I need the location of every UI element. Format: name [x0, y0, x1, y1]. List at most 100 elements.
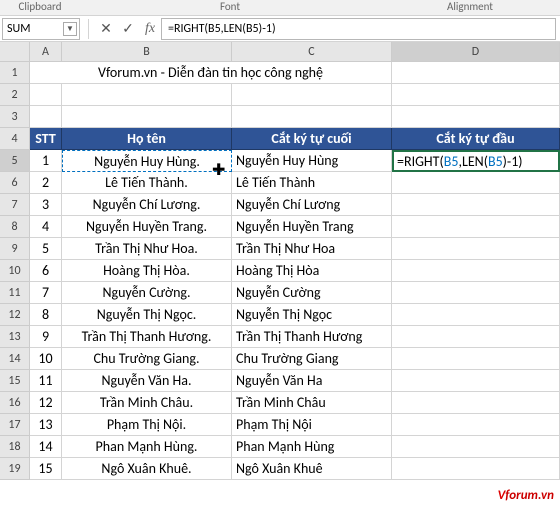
cell-catdau[interactable]: [392, 458, 560, 480]
cell-catcuoi[interactable]: Lê Tiến Thành: [232, 172, 392, 194]
cell[interactable]: [392, 106, 560, 128]
cell-catdau[interactable]: [392, 304, 560, 326]
cell-hoten[interactable]: Phan Mạnh Hùng.: [62, 436, 232, 458]
cell[interactable]: [30, 84, 62, 106]
col-header-a[interactable]: A: [30, 42, 62, 62]
cell-hoten[interactable]: Trần Minh Châu.: [62, 392, 232, 414]
cell-hoten[interactable]: Phạm Thị Nội.: [62, 414, 232, 436]
cell-catdau[interactable]: [392, 326, 560, 348]
cell-catdau[interactable]: [392, 172, 560, 194]
cell-stt[interactable]: 6: [30, 260, 62, 282]
cell-stt[interactable]: 15: [30, 458, 62, 480]
cell-hoten[interactable]: Trần Thị Như Hoa.: [62, 238, 232, 260]
cell-catcuoi[interactable]: Chu Trường Giang: [232, 348, 392, 370]
row-header[interactable]: 15: [0, 370, 30, 392]
cell-catcuoi[interactable]: Hoàng Thị Hòa: [232, 260, 392, 282]
cell-stt[interactable]: 4: [30, 216, 62, 238]
cell-stt[interactable]: 9: [30, 326, 62, 348]
cell-stt[interactable]: 10: [30, 348, 62, 370]
col-header-d[interactable]: D: [392, 42, 560, 62]
row-header[interactable]: 17: [0, 414, 30, 436]
cell-catcuoi[interactable]: Nguyễn Huyền Trang: [232, 216, 392, 238]
row-header[interactable]: 4: [0, 128, 30, 150]
cell-catcuoi[interactable]: Nguyễn Văn Ha: [232, 370, 392, 392]
row-header[interactable]: 10: [0, 260, 30, 282]
cell-catcuoi[interactable]: Trần Thị Thanh Hương: [232, 326, 392, 348]
cell-stt[interactable]: 3: [30, 194, 62, 216]
active-cell-d5[interactable]: =RIGHT(B5,LEN(B5)-1)RIGHT(text, [num_cha…: [392, 150, 560, 172]
cell-stt[interactable]: 7: [30, 282, 62, 304]
cell-catcuoi[interactable]: Trần Minh Châu: [232, 392, 392, 414]
cell-stt[interactable]: 5: [30, 238, 62, 260]
cell-hoten[interactable]: Ngô Xuân Khuê.: [62, 458, 232, 480]
cell-stt[interactable]: 1: [30, 150, 62, 172]
cell[interactable]: [62, 84, 232, 106]
header-stt[interactable]: STT: [30, 128, 62, 150]
cell-stt[interactable]: 8: [30, 304, 62, 326]
name-box-dropdown-icon[interactable]: ▼: [63, 22, 77, 36]
row-header[interactable]: 3: [0, 106, 30, 128]
cell-catcuoi[interactable]: Phan Mạnh Hùng: [232, 436, 392, 458]
cell-hoten[interactable]: Hoàng Thị Hòa.: [62, 260, 232, 282]
row-header[interactable]: 9: [0, 238, 30, 260]
cell-hoten[interactable]: Nguyễn Huy Hùng.: [62, 150, 232, 172]
title-cell[interactable]: Vforum.vn - Diễn đàn tin học công nghệ: [30, 62, 392, 84]
cell-hoten[interactable]: Nguyễn Chí Lương.: [62, 194, 232, 216]
cell-hoten[interactable]: Nguyễn Thị Ngọc.: [62, 304, 232, 326]
cell[interactable]: [232, 106, 392, 128]
cell[interactable]: [232, 84, 392, 106]
cell-catcuoi[interactable]: Phạm Thị Nội: [232, 414, 392, 436]
header-catdau[interactable]: Cắt ký tự đầu: [392, 128, 560, 150]
col-header-c[interactable]: C: [232, 42, 392, 62]
cell-catcuoi[interactable]: Trần Thị Như Hoa: [232, 238, 392, 260]
cell-stt[interactable]: 14: [30, 436, 62, 458]
formula-input[interactable]: =RIGHT(B5,LEN(B5)-1): [161, 18, 556, 40]
cell-stt[interactable]: 11: [30, 370, 62, 392]
col-header-b[interactable]: B: [62, 42, 232, 62]
cell-catdau[interactable]: [392, 392, 560, 414]
cancel-button[interactable]: ✕: [95, 18, 117, 40]
cell-catcuoi[interactable]: Nguyễn Thị Ngọc: [232, 304, 392, 326]
row-header[interactable]: 19: [0, 458, 30, 480]
row-header[interactable]: 11: [0, 282, 30, 304]
cell[interactable]: [30, 106, 62, 128]
cell-catdau[interactable]: [392, 436, 560, 458]
select-all-corner[interactable]: [0, 42, 30, 62]
cell-catdau[interactable]: [392, 370, 560, 392]
cell-stt[interactable]: 13: [30, 414, 62, 436]
cell-stt[interactable]: 2: [30, 172, 62, 194]
cell[interactable]: [62, 106, 232, 128]
cell-stt[interactable]: 12: [30, 392, 62, 414]
cell-hoten[interactable]: Trần Thị Thanh Hương.: [62, 326, 232, 348]
cell-catdau[interactable]: [392, 282, 560, 304]
cell-catdau[interactable]: [392, 348, 560, 370]
cell-catcuoi[interactable]: Nguyễn Cường: [232, 282, 392, 304]
cell-catcuoi[interactable]: Nguyễn Huy Hùng: [232, 150, 392, 172]
row-header[interactable]: 13: [0, 326, 30, 348]
row-header[interactable]: 6: [0, 172, 30, 194]
row-header[interactable]: 12: [0, 304, 30, 326]
cell-hoten[interactable]: Nguyễn Cường.: [62, 282, 232, 304]
cell-hoten[interactable]: Nguyễn Huyền Trang.: [62, 216, 232, 238]
cell-hoten[interactable]: Chu Trường Giang.: [62, 348, 232, 370]
row-header[interactable]: 16: [0, 392, 30, 414]
cell-catdau[interactable]: [392, 238, 560, 260]
row-header[interactable]: 8: [0, 216, 30, 238]
row-header[interactable]: 7: [0, 194, 30, 216]
cell-catdau[interactable]: [392, 260, 560, 282]
cell-catdau[interactable]: [392, 216, 560, 238]
header-hoten[interactable]: Họ tên: [62, 128, 232, 150]
cell-catcuoi[interactable]: Ngô Xuân Khuê: [232, 458, 392, 480]
row-header[interactable]: 5: [0, 150, 30, 172]
cell-catdau[interactable]: [392, 414, 560, 436]
name-box[interactable]: SUM ▼: [2, 18, 80, 40]
cell-hoten[interactable]: Nguyễn Văn Ha.: [62, 370, 232, 392]
row-header[interactable]: 14: [0, 348, 30, 370]
cell-catcuoi[interactable]: Nguyễn Chí Lương: [232, 194, 392, 216]
fx-button[interactable]: fx: [139, 18, 161, 40]
row-header[interactable]: 2: [0, 84, 30, 106]
cell[interactable]: [392, 62, 560, 84]
row-header[interactable]: 1: [0, 62, 30, 84]
enter-button[interactable]: ✓: [117, 18, 139, 40]
cell-catdau[interactable]: [392, 194, 560, 216]
